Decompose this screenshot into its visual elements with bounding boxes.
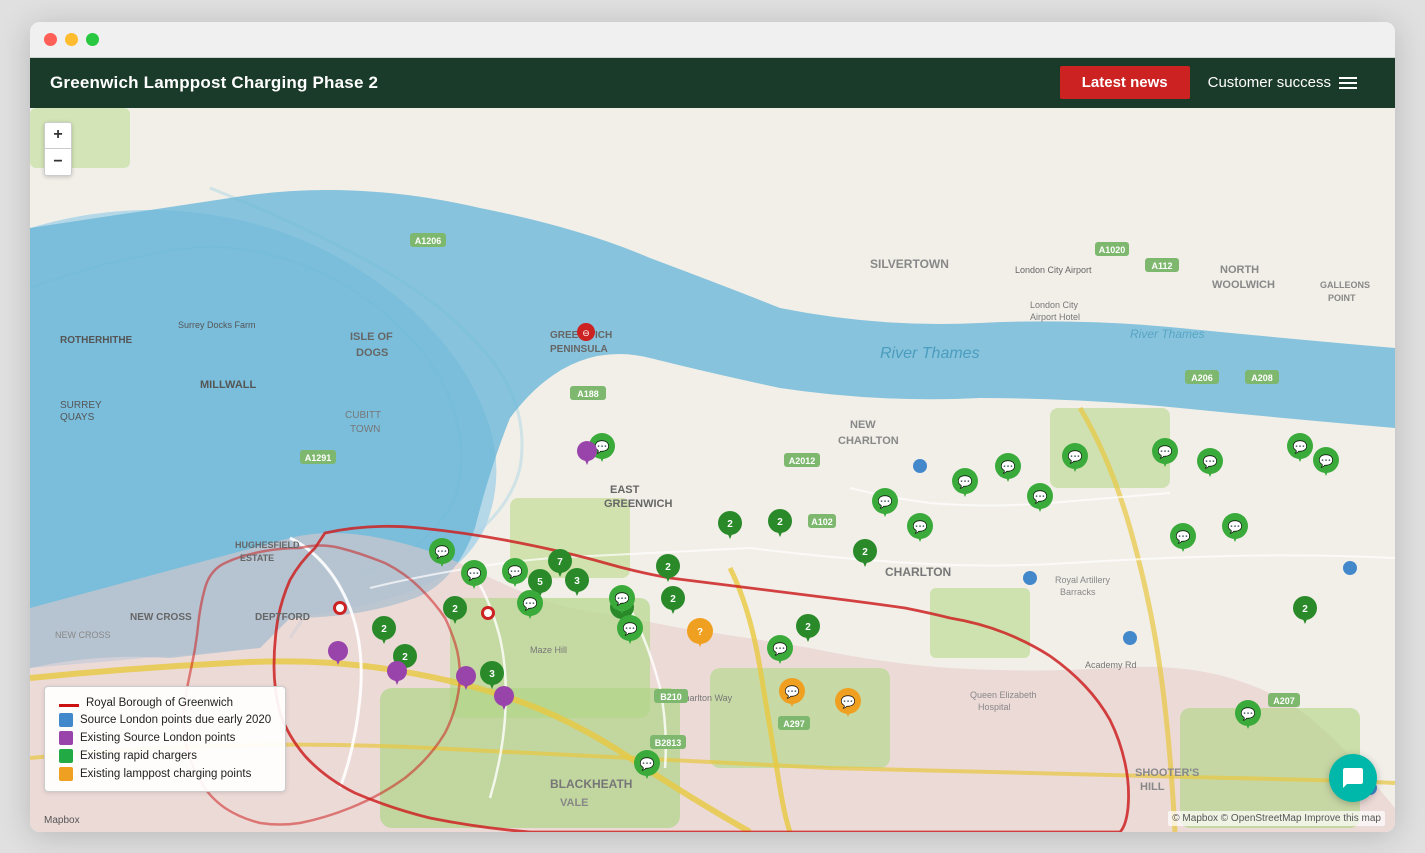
- svg-text:Academy Rd: Academy Rd: [1085, 660, 1137, 670]
- svg-text:B210: B210: [660, 692, 682, 702]
- svg-text:A297: A297: [783, 719, 805, 729]
- legend-color-source-london-due: [59, 713, 73, 727]
- svg-text:Maze Hill: Maze Hill: [530, 645, 567, 655]
- svg-text:CHARLTON: CHARLTON: [838, 435, 899, 447]
- svg-text:PENINSULA: PENINSULA: [550, 344, 608, 355]
- svg-text:London City: London City: [1030, 300, 1079, 310]
- svg-text:CUBITT: CUBITT: [345, 410, 381, 421]
- legend-color-lamppost: [59, 767, 73, 781]
- svg-text:Airport Hotel: Airport Hotel: [1030, 312, 1080, 322]
- legend-color-source-london-existing: [59, 731, 73, 745]
- legend-label-source-london-existing: Existing Source London points: [80, 732, 235, 744]
- svg-text:DOGS: DOGS: [356, 347, 388, 359]
- svg-text:A207: A207: [1273, 696, 1295, 706]
- svg-text:ESTATE: ESTATE: [240, 553, 274, 563]
- chat-icon: [1341, 766, 1365, 790]
- legend-label-rapid-chargers: Existing rapid chargers: [80, 750, 197, 762]
- svg-text:NEW: NEW: [850, 419, 876, 431]
- svg-text:NEW CROSS: NEW CROSS: [55, 630, 111, 640]
- svg-text:MILLWALL: MILLWALL: [200, 379, 256, 391]
- svg-text:TOWN: TOWN: [350, 424, 380, 435]
- svg-text:SHOOTER'S: SHOOTER'S: [1135, 767, 1199, 779]
- legend-label-borough: Royal Borough of Greenwich: [86, 697, 233, 709]
- svg-text:Hospital: Hospital: [978, 702, 1011, 712]
- map-attribution: © Mapbox © OpenStreetMap Improve this ma…: [1168, 811, 1385, 826]
- legend-color-borough: [59, 704, 79, 707]
- zoom-out-button[interactable]: −: [45, 149, 71, 175]
- legend-item-source-london-due: Source London points due early 2020: [59, 713, 271, 727]
- map-legend: Royal Borough of Greenwich Source London…: [44, 686, 286, 792]
- svg-text:HUGHESFIELD: HUGHESFIELD: [235, 540, 300, 550]
- map-container[interactable]: River Thames River Thames: [30, 108, 1395, 832]
- legend-label-source-london-due: Source London points due early 2020: [80, 714, 271, 726]
- svg-text:A112: A112: [1151, 261, 1172, 271]
- header-nav: Latest news Customer success: [1060, 66, 1375, 99]
- legend-item-rapid-chargers: Existing rapid chargers: [59, 749, 271, 763]
- svg-text:Queen Elizabeth: Queen Elizabeth: [970, 690, 1037, 700]
- svg-text:A188: A188: [577, 389, 599, 399]
- svg-text:CHARLTON: CHARLTON: [885, 565, 951, 579]
- legend-item-borough: Royal Borough of Greenwich: [59, 697, 271, 709]
- svg-text:DEPTFORD: DEPTFORD: [255, 612, 310, 623]
- svg-text:A1291: A1291: [305, 453, 332, 463]
- app-window: Greenwich Lamppost Charging Phase 2 Late…: [30, 22, 1395, 832]
- svg-text:London City Airport: London City Airport: [1015, 265, 1092, 275]
- svg-text:River Thames: River Thames: [880, 345, 980, 362]
- legend-item-lamppost: Existing lamppost charging points: [59, 767, 271, 781]
- close-button[interactable]: [44, 33, 57, 46]
- svg-text:Barracks: Barracks: [1060, 587, 1096, 597]
- svg-text:GALLEONS: GALLEONS: [1320, 280, 1370, 290]
- title-bar: [30, 22, 1395, 58]
- hamburger-icon: [1339, 77, 1357, 89]
- svg-text:ISLE OF: ISLE OF: [350, 331, 393, 343]
- svg-text:SURREY: SURREY: [60, 400, 102, 411]
- svg-text:NEW CROSS: NEW CROSS: [130, 612, 192, 623]
- app-header: Greenwich Lamppost Charging Phase 2 Late…: [30, 58, 1395, 108]
- svg-text:A206: A206: [1191, 373, 1213, 383]
- zoom-in-button[interactable]: +: [45, 123, 71, 149]
- latest-news-button[interactable]: Latest news: [1060, 66, 1190, 99]
- map-controls: + −: [44, 122, 72, 176]
- svg-text:Royal Artillery: Royal Artillery: [1055, 575, 1111, 585]
- svg-text:A102: A102: [811, 517, 833, 527]
- svg-text:ROTHERHITHE: ROTHERHITHE: [60, 335, 133, 346]
- svg-text:POINT: POINT: [1328, 293, 1356, 303]
- svg-text:A1206: A1206: [415, 236, 442, 246]
- customer-success-button[interactable]: Customer success: [1190, 66, 1375, 99]
- svg-text:EAST: EAST: [610, 484, 640, 496]
- svg-text:A1020: A1020: [1099, 245, 1126, 255]
- svg-text:NORTH: NORTH: [1220, 264, 1259, 276]
- svg-text:QUAYS: QUAYS: [60, 412, 95, 423]
- legend-item-source-london-existing: Existing Source London points: [59, 731, 271, 745]
- svg-text:B2813: B2813: [655, 738, 682, 748]
- svg-text:SILVERTOWN: SILVERTOWN: [870, 257, 949, 271]
- legend-color-rapid-chargers: [59, 749, 73, 763]
- svg-text:A208: A208: [1251, 373, 1273, 383]
- map-logo: Mapbox: [44, 815, 80, 826]
- svg-text:River Thames: River Thames: [1130, 327, 1205, 341]
- maximize-button[interactable]: [86, 33, 99, 46]
- svg-text:VALE: VALE: [560, 797, 589, 809]
- svg-text:⊖: ⊖: [582, 328, 590, 338]
- svg-text:Surrey Docks Farm: Surrey Docks Farm: [178, 320, 256, 330]
- legend-label-lamppost: Existing lamppost charging points: [80, 768, 251, 780]
- svg-text:A2012: A2012: [789, 456, 816, 466]
- chat-button[interactable]: [1329, 754, 1377, 802]
- minimize-button[interactable]: [65, 33, 78, 46]
- svg-text:BLACKHEATH: BLACKHEATH: [550, 777, 632, 791]
- svg-text:WOOLWICH: WOOLWICH: [1212, 279, 1275, 291]
- svg-text:HILL: HILL: [1140, 781, 1165, 793]
- app-title: Greenwich Lamppost Charging Phase 2: [50, 73, 378, 93]
- svg-text:GREENWICH: GREENWICH: [604, 498, 673, 510]
